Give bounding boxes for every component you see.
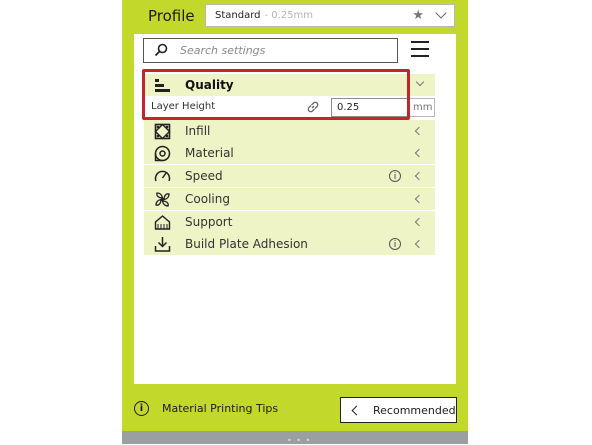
search-input[interactable]: Search settings	[143, 38, 398, 63]
hamburger-menu-icon[interactable]	[411, 41, 429, 57]
category-quality[interactable]: Quality	[144, 74, 435, 96]
category-support[interactable]: Support	[144, 211, 435, 233]
speed-icon	[154, 170, 171, 182]
profile-layer-height: - 0.25mm	[264, 10, 314, 21]
profile-name: Standard	[215, 10, 261, 21]
recommended-label: Recommended	[373, 403, 456, 417]
setting-layer-height: Layer Height 0.25 mm	[144, 97, 435, 119]
chevron-down-icon	[435, 7, 447, 19]
tips-label: Material Printing Tips	[162, 402, 279, 415]
link-icon[interactable]	[306, 100, 320, 114]
build-plate-icon	[154, 237, 171, 252]
category-cooling[interactable]: Cooling	[144, 188, 435, 210]
profile-dropdown[interactable]: Standard - 0.25mm ★	[205, 4, 455, 27]
chevron-left-icon	[414, 239, 424, 249]
material-printing-tips-link[interactable]: i Material Printing Tips	[134, 401, 278, 416]
profile-label: Profile	[148, 7, 195, 25]
recommended-button[interactable]: Recommended	[340, 397, 457, 423]
category-label: Cooling	[185, 192, 230, 206]
info-icon: i	[134, 401, 149, 416]
category-label: Quality	[185, 78, 234, 92]
search-placeholder: Search settings	[180, 44, 266, 57]
info-icon[interactable]: i	[389, 170, 401, 182]
layer-height-input[interactable]: 0.25	[331, 98, 409, 117]
chevron-left-icon	[414, 194, 424, 204]
chevron-left-icon	[414, 126, 424, 136]
star-icon[interactable]: ★	[412, 8, 424, 23]
category-label: Build Plate Adhesion	[185, 237, 308, 251]
category-label: Speed	[185, 169, 223, 183]
layer-height-unit: mm	[410, 98, 435, 117]
quality-icon	[155, 79, 170, 92]
category-infill[interactable]: Infill	[144, 120, 435, 142]
category-label: Support	[185, 215, 233, 229]
chevron-left-icon	[414, 148, 424, 158]
cooling-fan-icon	[155, 192, 170, 207]
infill-icon	[154, 123, 171, 140]
chevron-left-icon	[414, 171, 424, 181]
material-icon	[154, 145, 171, 162]
category-material[interactable]: Material	[144, 142, 435, 164]
info-icon[interactable]: i	[389, 238, 401, 250]
chevron-left-icon	[414, 217, 424, 227]
search-icon	[154, 43, 168, 57]
category-label: Material	[185, 146, 234, 160]
chevron-down-icon	[415, 77, 425, 87]
category-label: Infill	[185, 124, 211, 138]
chevron-left-icon	[351, 405, 362, 415]
setting-label: Layer Height	[151, 101, 216, 112]
support-icon	[154, 215, 171, 230]
